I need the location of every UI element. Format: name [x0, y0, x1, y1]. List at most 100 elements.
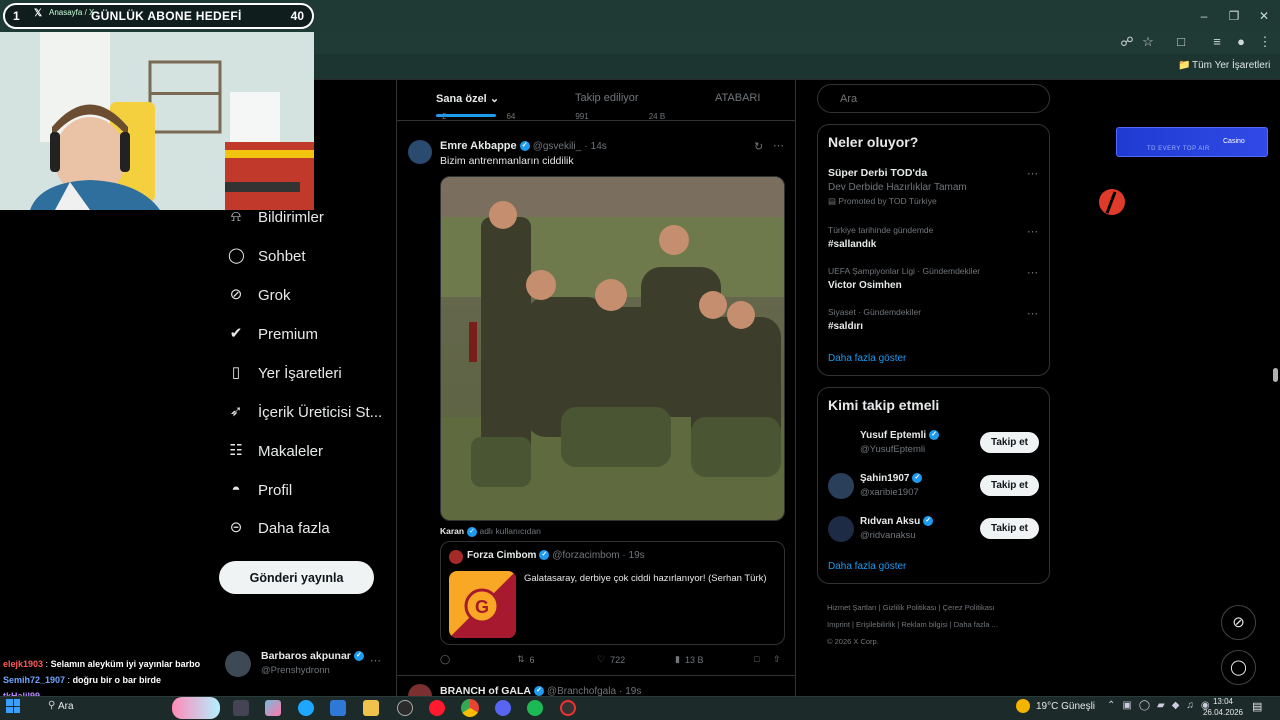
footer-link[interactable]: © 2026 X Corp.	[827, 637, 879, 646]
post-button[interactable]: Gönderi yayınla	[219, 561, 374, 594]
bookmark-button[interactable]: □	[754, 654, 759, 664]
footer-link[interactable]: Gizlilik Politikası	[883, 603, 937, 612]
repost-button[interactable]: ⇅ 6	[517, 654, 535, 665]
trend-item[interactable]: Türkiye tarihinde gündemde #sallandık ⋯	[828, 225, 1043, 250]
trend-more-icon[interactable]: ⋯	[1027, 225, 1039, 238]
tweet-photo[interactable]	[440, 176, 785, 521]
reply-button[interactable]: ◯	[440, 654, 450, 665]
footer-link[interactable]: Erişilebilirlik	[856, 620, 895, 629]
who-show-more[interactable]: Daha fazla göster	[828, 561, 906, 572]
retweeted-by[interactable]: Karan	[440, 526, 464, 536]
footer-link[interactable]: Daha fazla ...	[954, 620, 998, 629]
follow-button[interactable]: Takip et	[980, 475, 1039, 496]
tweet-author-name: Emre Akbappe	[440, 140, 517, 152]
who-to-follow-item[interactable]: Rıdvan Aksu ✓ @ridvanaksu Takip et	[828, 514, 1043, 544]
footer-link[interactable]: Hizmet Şartları	[827, 603, 877, 612]
retweet-suffix: adlı kullanıcıdan	[479, 526, 541, 536]
tweet-author[interactable]: Emre Akbappe ✓ @gsvekili_ · 14s	[440, 140, 607, 152]
start-icon[interactable]	[6, 699, 20, 713]
nav-item-3[interactable]: ✔ Premium	[228, 322, 318, 346]
trends-show-more[interactable]: Daha fazla göster	[828, 353, 906, 364]
nav-item-label: Yer İşaretleri	[258, 364, 342, 382]
minimize-icon[interactable]: –	[1196, 8, 1212, 24]
copilot-icon[interactable]	[265, 700, 281, 716]
nav-item-6[interactable]: ☷ Makaleler	[228, 439, 323, 463]
subscriber-goal-bar: 1 Anasayfa / X GÜNLÜK ABONE HEDEFİ 40	[3, 3, 314, 29]
weather-text[interactable]: 19°C Güneşli	[1036, 701, 1095, 712]
messages-float-icon[interactable]: ◯	[1221, 650, 1256, 685]
obs-icon[interactable]	[560, 700, 576, 716]
trend-more-icon[interactable]: ⋯	[1027, 307, 1039, 320]
edge-icon[interactable]	[298, 700, 314, 716]
task-view-icon[interactable]	[233, 700, 249, 716]
tweet-more-icon[interactable]: ⋯	[773, 139, 785, 152]
explorer-icon[interactable]	[363, 700, 379, 716]
bookmark-folder-all[interactable]: Tüm Yer İşaretleri	[1192, 60, 1270, 71]
opera-icon[interactable]	[429, 700, 445, 716]
page-scrollbar[interactable]	[1273, 368, 1278, 382]
tab-list[interactable]: ATABARI	[715, 92, 760, 104]
follow-button[interactable]: Takip et	[980, 432, 1039, 453]
trend-more-icon[interactable]: ⋯	[1027, 167, 1039, 180]
goal-count: 40	[290, 9, 304, 23]
search-highlight-image[interactable]	[172, 697, 220, 719]
quoted-tweet[interactable]: Forza Cimbom ✓ @forzacimbom · 19s G Galat…	[440, 541, 785, 645]
nav-item-1[interactable]: ◯ Sohbet	[228, 244, 306, 268]
footer-link[interactable]: Imprint	[827, 620, 850, 629]
like-button[interactable]: ♡ 722	[597, 654, 625, 665]
follow-button[interactable]: Takip et	[980, 518, 1039, 539]
footer-link[interactable]: Reklam bilgisi	[901, 620, 947, 629]
who-to-follow-title: Kimi takip etmeli	[828, 397, 940, 413]
discord-icon[interactable]	[495, 700, 511, 716]
clock-date[interactable]: 26.04.2026	[1196, 708, 1250, 717]
nav-item-7[interactable]: ◓ Profil	[228, 478, 292, 502]
tweet-time: 14s	[590, 141, 607, 152]
browser-tab-title[interactable]: Anasayfa / X	[49, 8, 94, 17]
nav-item-5[interactable]: ➶ İçerik Üreticisi St...	[228, 400, 382, 424]
clock-time[interactable]: 13:04	[1202, 697, 1244, 706]
nav-item-4[interactable]: ▯ Yer İşaretleri	[228, 361, 342, 385]
ad-banner[interactable]: TD EVERY TOP AIR Casino	[1116, 127, 1268, 157]
notification-icon[interactable]: ▤	[1252, 700, 1262, 713]
nav-item-label: Profil	[258, 481, 293, 499]
tab-label: Sana özel	[436, 93, 487, 105]
trend-item[interactable]: Siyaset · Gündemdekiler #saldırı ⋯	[828, 307, 1043, 332]
verified-icon: ✓	[539, 550, 550, 561]
trend-context: Siyaset · Gündemdekiler	[828, 307, 922, 317]
trend-promo[interactable]: Süper Derbi TOD'da Dev Derbide Hazırlıkl…	[828, 167, 1043, 207]
trend-item[interactable]: UEFA Şampiyonlar Ligi · Gündemdekiler Vic…	[828, 266, 1043, 291]
nav-item-label: Premium	[258, 325, 319, 343]
taskbar-search[interactable]: Ara	[58, 701, 74, 712]
nav-item-8[interactable]: ⊝ Daha fazla	[228, 516, 330, 540]
share-button[interactable]: ⇧	[773, 654, 781, 665]
grok-icon[interactable]: ↻	[754, 140, 763, 153]
tweet-avatar[interactable]	[408, 140, 432, 164]
xbox-icon[interactable]	[397, 700, 413, 716]
trend-more-icon[interactable]: ⋯	[1027, 266, 1039, 279]
footer-link[interactable]: Çerez Politikası	[943, 603, 995, 612]
grok-float-icon[interactable]: ⊘	[1221, 605, 1256, 640]
chrome-icon[interactable]	[461, 699, 479, 717]
extensions-icon[interactable]: □	[1172, 34, 1190, 50]
search-input[interactable]	[817, 84, 1050, 113]
playlist-icon[interactable]: ≡	[1208, 34, 1226, 50]
profile-avatar-icon[interactable]: ●	[1232, 34, 1250, 50]
close-icon[interactable]: ✕	[1256, 8, 1272, 24]
who-to-follow-item[interactable]: Şahin1907 ✓ @xaribie1907 Takip et	[828, 471, 1043, 501]
star-icon[interactable]: ☆	[1139, 34, 1157, 50]
nav-item-0[interactable]: ⍾ Bildirimler	[228, 205, 324, 229]
install-icon[interactable]: ☍	[1118, 34, 1136, 50]
restore-icon[interactable]: ❐	[1226, 8, 1242, 24]
menu-dots-icon[interactable]: ⋮	[1256, 34, 1274, 50]
tab-for-you[interactable]: Sana özel ⌄	[436, 92, 499, 105]
trend-title: #saldırı	[828, 321, 864, 332]
nav-item-2[interactable]: ⊘ Grok	[228, 283, 291, 307]
tab-following[interactable]: Takip ediliyor	[575, 92, 639, 104]
views-button[interactable]: ▮ 13 B	[675, 654, 703, 665]
who-to-follow-item[interactable]: Yusuf Eptemli ✓ @YusufEptemli Takip et	[828, 428, 1043, 458]
chevron-down-icon: ⌄	[489, 93, 500, 105]
spotify-icon[interactable]	[527, 700, 543, 716]
chat-message: elejk1903 : Selamın aleyküm iyi yayınlar…	[3, 659, 201, 669]
account-switcher[interactable]: Barbaros akpunar ✓ @Prenshydronn ⋯	[225, 648, 385, 680]
store-icon[interactable]	[330, 700, 346, 716]
